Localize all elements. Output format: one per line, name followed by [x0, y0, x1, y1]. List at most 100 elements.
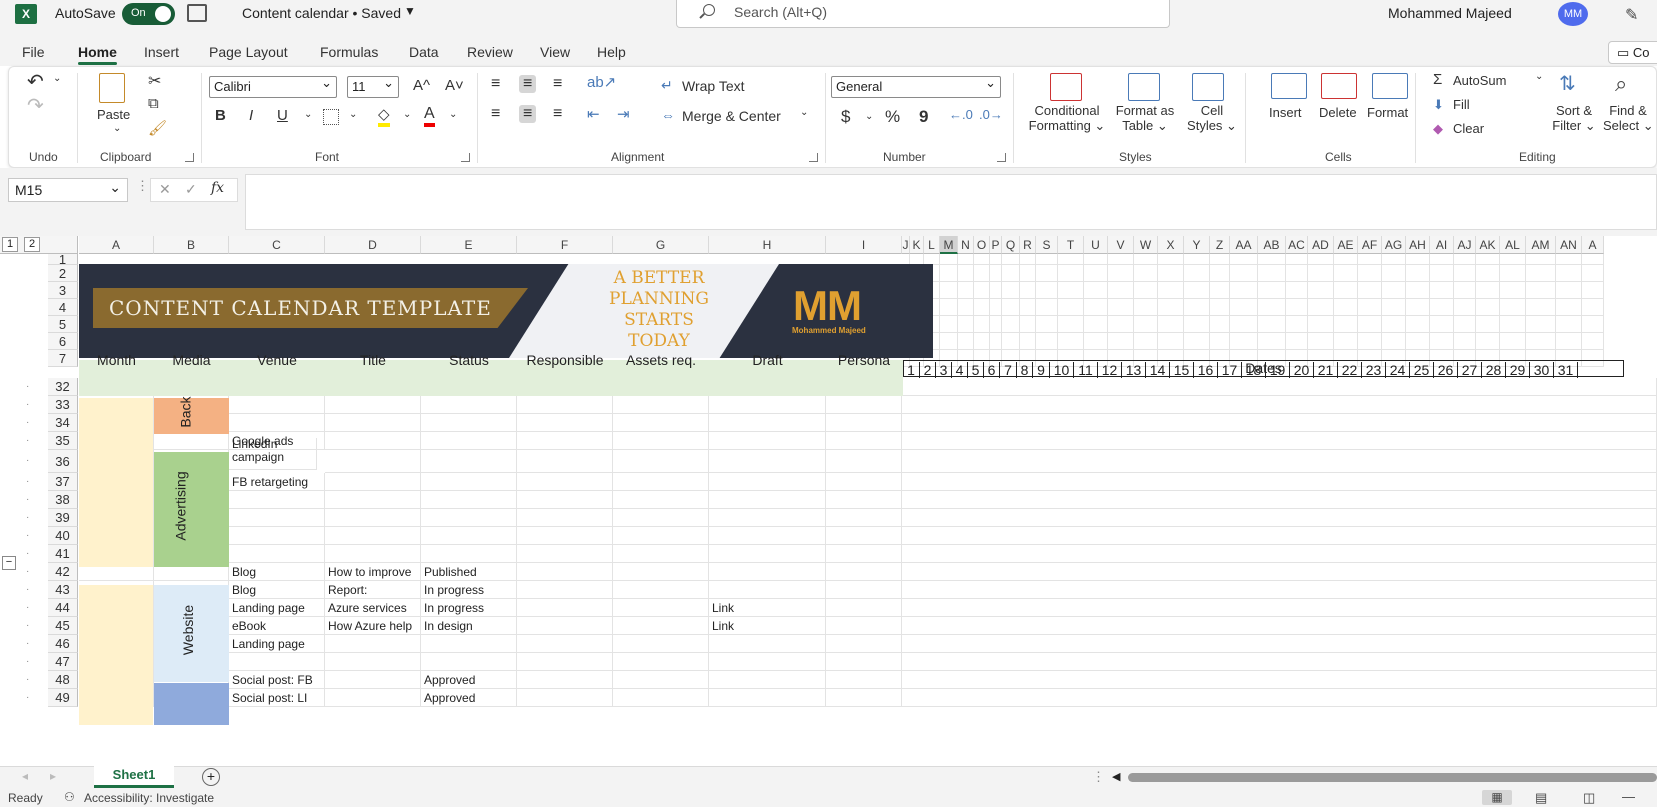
- cell-G43[interactable]: [613, 581, 709, 599]
- row-header-32[interactable]: 32: [48, 378, 78, 396]
- cell-F41[interactable]: [517, 545, 613, 563]
- cell-Y6[interactable]: [1184, 333, 1210, 350]
- cell-G37[interactable]: [613, 473, 709, 491]
- cell-AJ4[interactable]: [1454, 299, 1476, 316]
- cell-P2[interactable]: [990, 265, 1002, 282]
- cell-I46[interactable]: [826, 635, 902, 653]
- currency-dropdown-icon[interactable]: ⌄: [865, 111, 873, 122]
- cell-Y3[interactable]: [1184, 282, 1210, 299]
- cell-F37[interactable]: [517, 473, 613, 491]
- column-header-AI[interactable]: AI: [1430, 236, 1454, 254]
- outline-level-2-button[interactable]: 2: [24, 237, 40, 252]
- cell-I35[interactable]: [826, 432, 902, 450]
- cell-AK3[interactable]: [1476, 282, 1500, 299]
- cell-I43[interactable]: [826, 581, 902, 599]
- cell-Q6[interactable]: [1002, 333, 1020, 350]
- cell-AB1[interactable]: [1258, 254, 1286, 265]
- row-header-47[interactable]: 47: [48, 653, 78, 671]
- comments-button[interactable]: ▭ Co: [1608, 41, 1657, 64]
- decrease-decimal-icon[interactable]: .0→: [979, 107, 1003, 122]
- cell-F49[interactable]: [517, 689, 613, 707]
- cell-H44[interactable]: Link: [709, 599, 826, 617]
- scroll-tabs-right-icon[interactable]: ▸: [50, 769, 56, 783]
- row-header-45[interactable]: 45: [48, 617, 78, 635]
- cell-V1[interactable]: [1108, 254, 1134, 265]
- cell-R2[interactable]: [1020, 265, 1036, 282]
- cell-N1[interactable]: [958, 254, 974, 265]
- italic-button[interactable]: I: [249, 107, 253, 124]
- cell-I38[interactable]: [826, 491, 902, 509]
- cell-AN5[interactable]: [1556, 316, 1582, 333]
- cell-U4[interactable]: [1084, 299, 1108, 316]
- cell-E41[interactable]: [421, 545, 517, 563]
- cell-C43[interactable]: Blog: [229, 581, 325, 599]
- cell-AA3[interactable]: [1230, 282, 1258, 299]
- cell-AA6[interactable]: [1230, 333, 1258, 350]
- cell-M1[interactable]: [940, 254, 958, 265]
- cell-X2[interactable]: [1158, 265, 1184, 282]
- column-header-T[interactable]: T: [1058, 236, 1084, 254]
- cell-E38[interactable]: [421, 491, 517, 509]
- row-header-6[interactable]: 6: [48, 333, 78, 350]
- cell-A6[interactable]: [1582, 333, 1604, 350]
- row-49-date-cells[interactable]: [902, 689, 1657, 707]
- cell-N5[interactable]: [958, 316, 974, 333]
- fill-icon[interactable]: ⬇: [1433, 97, 1444, 113]
- font-size-select[interactable]: 11: [347, 75, 399, 98]
- cell-T1[interactable]: [1058, 254, 1084, 265]
- cell-I37[interactable]: [826, 473, 902, 491]
- tab-help[interactable]: Help: [597, 44, 626, 60]
- row-43-date-cells[interactable]: [902, 581, 1657, 599]
- cell-R6[interactable]: [1020, 333, 1036, 350]
- cell-Y5[interactable]: [1184, 316, 1210, 333]
- align-top-icon[interactable]: ≡: [491, 75, 500, 93]
- cell-AI5[interactable]: [1430, 316, 1454, 333]
- cell-AF1[interactable]: [1358, 254, 1382, 265]
- tab-review[interactable]: Review: [467, 44, 513, 60]
- tab-view[interactable]: View: [540, 44, 570, 60]
- cell-Y2[interactable]: [1184, 265, 1210, 282]
- cell-AC6[interactable]: [1286, 333, 1308, 350]
- find-select-icon[interactable]: ⌕: [1615, 71, 1627, 97]
- cell-C44[interactable]: Landing page: [229, 599, 325, 617]
- underline-button[interactable]: U: [277, 107, 288, 124]
- cell-D38[interactable]: [325, 491, 421, 509]
- cell-I44[interactable]: [826, 599, 902, 617]
- cell-C34[interactable]: [229, 414, 325, 432]
- align-right-icon[interactable]: ≡: [553, 105, 562, 123]
- cell-AD6[interactable]: [1308, 333, 1334, 350]
- pen-icon[interactable]: ✎: [1625, 5, 1638, 25]
- cell-G46[interactable]: [613, 635, 709, 653]
- column-header-AB[interactable]: AB: [1258, 236, 1286, 254]
- cell-I45[interactable]: [826, 617, 902, 635]
- cell-AN6[interactable]: [1556, 333, 1582, 350]
- format-as-table-button[interactable]: Format as Table ⌄: [1113, 103, 1177, 133]
- cell-T3[interactable]: [1058, 282, 1084, 299]
- cell-AM4[interactable]: [1526, 299, 1556, 316]
- cell-AE3[interactable]: [1334, 282, 1358, 299]
- column-header-U[interactable]: U: [1084, 236, 1108, 254]
- cell-I36[interactable]: [826, 450, 902, 473]
- cell-F33[interactable]: [517, 396, 613, 414]
- cell-U3[interactable]: [1084, 282, 1108, 299]
- cell-D39[interactable]: [325, 509, 421, 527]
- cell-X1[interactable]: [1158, 254, 1184, 265]
- row-45-date-cells[interactable]: [902, 617, 1657, 635]
- page-layout-view-icon[interactable]: ▤: [1535, 790, 1547, 806]
- currency-button[interactable]: $: [841, 107, 850, 127]
- cell-I41[interactable]: [826, 545, 902, 563]
- column-header-AJ[interactable]: AJ: [1454, 236, 1476, 254]
- cell-AD1[interactable]: [1308, 254, 1334, 265]
- column-header-AE[interactable]: AE: [1334, 236, 1358, 254]
- column-header-S[interactable]: S: [1036, 236, 1058, 254]
- cell-I40[interactable]: [826, 527, 902, 545]
- cell-AF4[interactable]: [1358, 299, 1382, 316]
- undo-icon[interactable]: ↶: [27, 69, 44, 94]
- row-48-date-cells[interactable]: [902, 671, 1657, 689]
- cell-AA1[interactable]: [1230, 254, 1258, 265]
- cell-Z2[interactable]: [1210, 265, 1230, 282]
- cell-AE2[interactable]: [1334, 265, 1358, 282]
- document-title[interactable]: Content calendar • Saved: [242, 5, 401, 21]
- row-header-7[interactable]: 7: [48, 350, 78, 367]
- column-header-M[interactable]: M: [940, 236, 958, 254]
